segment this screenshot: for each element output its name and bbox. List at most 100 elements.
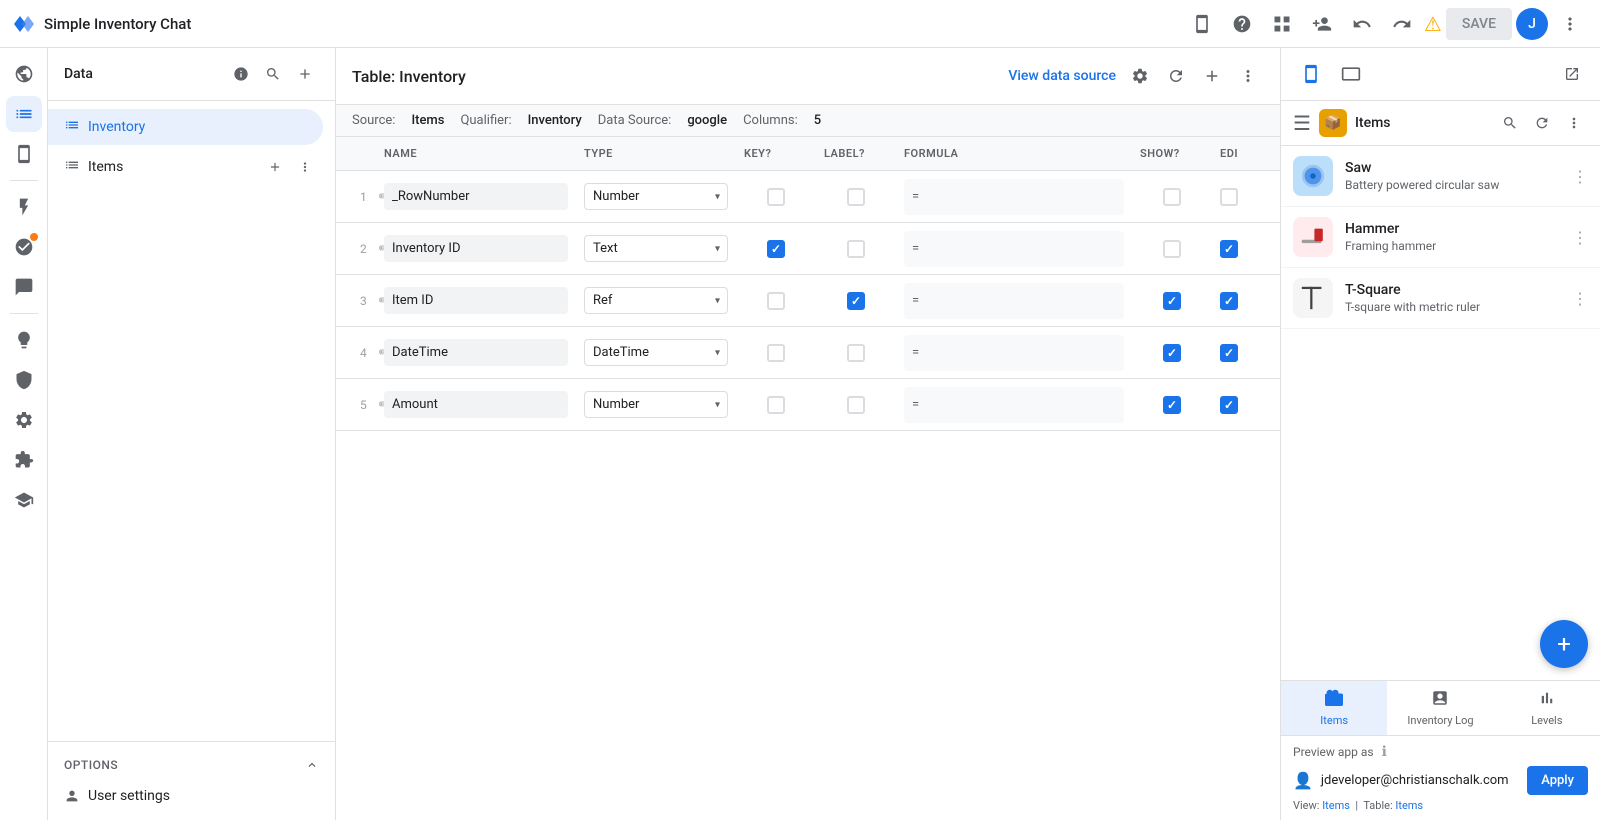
col-name-input-1[interactable]	[384, 183, 568, 210]
label-checkbox-1[interactable]	[847, 188, 865, 206]
edit-checkbox-4[interactable]	[1220, 344, 1238, 362]
col-name-2[interactable]	[376, 235, 576, 262]
col-key-4[interactable]	[736, 344, 816, 362]
nav-automation-btn[interactable]	[6, 189, 42, 225]
options-header[interactable]: oPTIONS	[48, 750, 335, 780]
key-checkbox-2[interactable]	[767, 240, 785, 258]
nav-extensions-btn[interactable]	[6, 442, 42, 478]
col-label-2[interactable]	[816, 240, 896, 258]
preview-menu-icon[interactable]: ☰	[1293, 111, 1311, 135]
col-type-4[interactable]: DateTime	[576, 339, 736, 366]
col-edit-5[interactable]	[1212, 396, 1272, 414]
table-refresh-btn[interactable]	[1160, 60, 1192, 92]
nav-ideas-btn[interactable]	[6, 322, 42, 358]
col-type-3[interactable]: Ref	[576, 287, 736, 314]
col-label-1[interactable]	[816, 188, 896, 206]
col-type-select-2[interactable]: Text	[584, 235, 728, 262]
col-type-2[interactable]: Text	[576, 235, 736, 262]
show-checkbox-1[interactable]	[1163, 188, 1181, 206]
nav-data-btn[interactable]	[6, 96, 42, 132]
show-checkbox-3[interactable]	[1163, 292, 1181, 310]
nav-chat-btn[interactable]	[6, 269, 42, 305]
show-checkbox-5[interactable]	[1163, 396, 1181, 414]
more-options-btn[interactable]	[1552, 6, 1588, 42]
preview-search-btn[interactable]	[1496, 109, 1524, 137]
col-show-1[interactable]	[1132, 188, 1212, 206]
redo-btn[interactable]	[1384, 6, 1420, 42]
edit-checkbox-5[interactable]	[1220, 396, 1238, 414]
col-edit-1[interactable]	[1212, 188, 1272, 206]
tablet-view-btn[interactable]	[1333, 56, 1369, 92]
hammer-more-btn[interactable]: ⋮	[1572, 228, 1588, 247]
col-name-4[interactable]	[376, 339, 576, 366]
table-more-btn[interactable]	[1232, 60, 1264, 92]
col-key-3[interactable]	[736, 292, 816, 310]
nav-security-btn[interactable]	[6, 362, 42, 398]
label-checkbox-3[interactable]	[847, 292, 865, 310]
col-name-3[interactable]	[376, 287, 576, 314]
show-checkbox-2[interactable]	[1163, 240, 1181, 258]
save-button[interactable]: SAVE	[1446, 8, 1512, 40]
preview-add-fab[interactable]: +	[1540, 620, 1588, 668]
sidebar-search-btn[interactable]	[259, 60, 287, 88]
col-type-select-5[interactable]: Number	[584, 391, 728, 418]
preview-item-hammer[interactable]: Hammer Framing hammer ⋮	[1281, 207, 1600, 268]
col-name-input-4[interactable]	[384, 339, 568, 366]
user-avatar[interactable]: J	[1516, 8, 1548, 40]
col-label-3[interactable]	[816, 292, 896, 310]
undo-btn[interactable]	[1344, 6, 1380, 42]
mobile-view-btn[interactable]	[1293, 56, 1329, 92]
col-type-select-4[interactable]: DateTime	[584, 339, 728, 366]
col-type-1[interactable]: Number	[576, 183, 736, 210]
help-btn[interactable]	[1224, 6, 1260, 42]
view-value-link[interactable]: Items	[1322, 799, 1350, 812]
nav-views-btn[interactable]	[6, 136, 42, 172]
col-type-5[interactable]: Number	[576, 391, 736, 418]
col-show-3[interactable]	[1132, 292, 1212, 310]
key-checkbox-3[interactable]	[767, 292, 785, 310]
add-person-btn[interactable]	[1304, 6, 1340, 42]
saw-more-btn[interactable]: ⋮	[1572, 167, 1588, 186]
key-checkbox-5[interactable]	[767, 396, 785, 414]
col-label-5[interactable]	[816, 396, 896, 414]
preview-refresh-btn[interactable]	[1528, 109, 1556, 137]
sidebar-items-more-btn[interactable]	[291, 153, 319, 181]
preview-item-saw[interactable]: Saw Battery powered circular saw ⋮	[1281, 146, 1600, 207]
nav-learn-btn[interactable]	[6, 482, 42, 518]
user-settings-item[interactable]: User settings	[48, 780, 335, 812]
table-settings-btn[interactable]	[1124, 60, 1156, 92]
tsquare-more-btn[interactable]: ⋮	[1572, 289, 1588, 308]
col-name-input-2[interactable]	[384, 235, 568, 262]
col-show-5[interactable]	[1132, 396, 1212, 414]
table-add-col-btn[interactable]	[1196, 60, 1228, 92]
nav-settings-btn[interactable]	[6, 402, 42, 438]
preview-btn[interactable]	[1184, 6, 1220, 42]
col-show-2[interactable]	[1132, 240, 1212, 258]
nav-bots-btn[interactable]	[6, 229, 42, 265]
col-name-1[interactable]	[376, 183, 576, 210]
edit-checkbox-2[interactable]	[1220, 240, 1238, 258]
col-edit-2[interactable]	[1212, 240, 1272, 258]
view-data-source-btn[interactable]: View data source	[1008, 68, 1116, 84]
col-name-input-5[interactable]	[384, 391, 568, 418]
sidebar-info-btn[interactable]	[227, 60, 255, 88]
table-value-link[interactable]: Items	[1395, 799, 1423, 812]
grid-btn[interactable]	[1264, 6, 1300, 42]
nav-connections-btn[interactable]	[6, 56, 42, 92]
show-checkbox-4[interactable]	[1163, 344, 1181, 362]
sidebar-add-btn[interactable]	[291, 60, 319, 88]
col-key-5[interactable]	[736, 396, 816, 414]
key-checkbox-4[interactable]	[767, 344, 785, 362]
col-type-select-3[interactable]: Ref	[584, 287, 728, 314]
sidebar-items-add-btn[interactable]	[261, 153, 289, 181]
sidebar-item-inventory[interactable]: Inventory	[48, 109, 323, 145]
edit-checkbox-1[interactable]	[1220, 188, 1238, 206]
col-show-4[interactable]	[1132, 344, 1212, 362]
preview-tab-levels[interactable]: Levels	[1494, 681, 1600, 735]
label-checkbox-5[interactable]	[847, 396, 865, 414]
label-checkbox-2[interactable]	[847, 240, 865, 258]
preview-item-tsquare[interactable]: T-Square T-square with metric ruler ⋮	[1281, 268, 1600, 329]
col-name-input-3[interactable]	[384, 287, 568, 314]
preview-apply-btn[interactable]: Apply	[1527, 766, 1588, 795]
col-key-1[interactable]	[736, 188, 816, 206]
